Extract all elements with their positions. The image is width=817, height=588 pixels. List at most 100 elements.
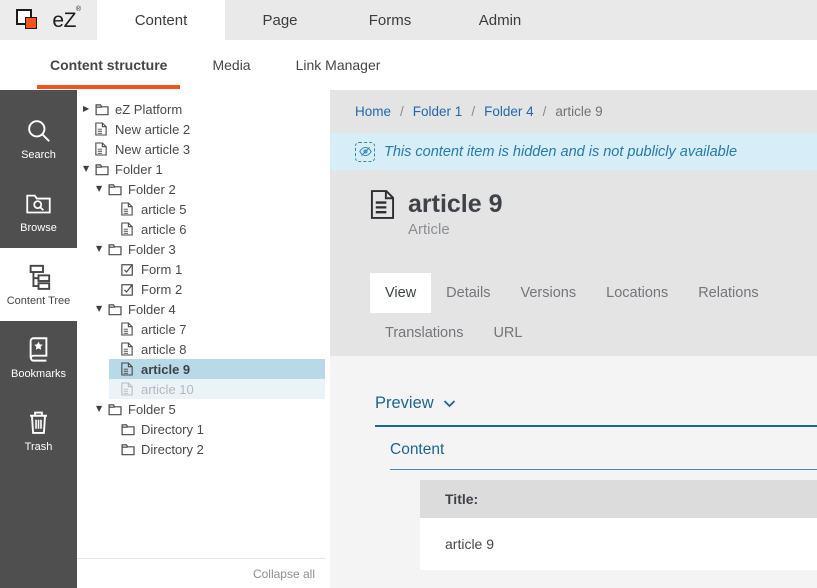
top-tab-content[interactable]: Content bbox=[97, 0, 225, 40]
top-tab-admin[interactable]: Admin bbox=[445, 0, 555, 40]
sub-tab-media[interactable]: Media bbox=[212, 40, 250, 90]
chevron-down-icon bbox=[443, 399, 456, 408]
article-icon bbox=[121, 362, 136, 376]
folder-icon bbox=[121, 443, 136, 456]
tab-view[interactable]: View bbox=[370, 273, 431, 313]
tree-item-folder-5[interactable]: ▼ Folder 5 bbox=[77, 399, 325, 419]
tree-item-article-8[interactable]: article 8 bbox=[77, 339, 325, 359]
article-icon bbox=[121, 382, 136, 396]
field-table: Title:article 9 bbox=[420, 480, 817, 570]
sidebar-item-content-tree[interactable]: Content Tree bbox=[0, 248, 77, 321]
hidden-content-notice: This content item is hidden and is not p… bbox=[330, 133, 817, 170]
sidebar-item-browse[interactable]: Browse bbox=[0, 175, 77, 248]
sub-nav: Content structure Media Link Manager bbox=[0, 40, 817, 90]
app-window: eZ® ContentPageFormsAdmin Content struct… bbox=[0, 0, 817, 588]
field-value: article 9 bbox=[420, 518, 817, 570]
tree-item-directory-2[interactable]: Directory 2 bbox=[77, 439, 325, 459]
tree-item-label: New article 3 bbox=[115, 142, 190, 157]
preview-toggle[interactable]: Preview bbox=[375, 394, 817, 427]
content-type-label: Article bbox=[408, 220, 817, 240]
tree-item-folder-3[interactable]: ▼ Folder 3 bbox=[77, 239, 325, 259]
breadcrumb-link-folder-4[interactable]: Folder 4 bbox=[484, 104, 534, 119]
tree-item-label: Directory 2 bbox=[141, 442, 204, 457]
sidebar-item-label: Search bbox=[21, 150, 56, 161]
content-tree-panel: ▶ eZ Platform New article 2 New article 3 ▼ F… bbox=[77, 90, 325, 588]
hidden-eye-icon bbox=[355, 142, 375, 162]
tree-item-label: Folder 5 bbox=[128, 402, 176, 417]
notice-text: This content item is hidden and is not p… bbox=[384, 144, 737, 160]
breadcrumb-link-home[interactable]: Home bbox=[355, 104, 391, 119]
top-bar: eZ® ContentPageFormsAdmin bbox=[0, 0, 817, 40]
tab-details[interactable]: Details bbox=[431, 273, 505, 313]
tree-item-label: article 8 bbox=[141, 342, 187, 357]
trash-icon bbox=[25, 409, 52, 436]
sidebar-item-search[interactable]: Search bbox=[0, 102, 77, 175]
sub-tab-link-manager[interactable]: Link Manager bbox=[296, 40, 381, 90]
content-header: article 9 Article ViewDetailsVersionsLoc… bbox=[330, 170, 817, 356]
tree-item-label: Folder 4 bbox=[128, 302, 176, 317]
collapse-arrow-icon[interactable]: ▼ bbox=[96, 245, 108, 253]
tab-locations[interactable]: Locations bbox=[591, 273, 683, 313]
top-tab-forms[interactable]: Forms bbox=[335, 0, 445, 40]
tree-item-article-6[interactable]: article 6 bbox=[77, 219, 325, 239]
tree-item-article-10[interactable]: article 10 bbox=[77, 379, 325, 399]
collapse-arrow-icon[interactable]: ▼ bbox=[96, 185, 108, 193]
tree-item-form-1[interactable]: Form 1 bbox=[77, 259, 325, 279]
bookmarks-icon bbox=[25, 336, 52, 363]
breadcrumb-current-article-9: article 9 bbox=[555, 104, 602, 119]
folder-icon bbox=[108, 303, 123, 316]
sidebar-item-label: Trash bbox=[25, 442, 53, 453]
sidebar-item-trash[interactable]: Trash bbox=[0, 394, 77, 467]
tree-item-article-7[interactable]: article 7 bbox=[77, 319, 325, 339]
tree-item-label: Folder 3 bbox=[128, 242, 176, 257]
article-icon bbox=[121, 222, 136, 236]
tree-item-new-article-3[interactable]: New article 3 bbox=[77, 139, 325, 159]
tree-item-label: article 9 bbox=[141, 362, 190, 377]
article-icon bbox=[121, 342, 136, 356]
tree-item-label: Form 2 bbox=[141, 282, 182, 297]
section-heading: Content bbox=[390, 441, 817, 470]
tree-item-label: Folder 2 bbox=[128, 182, 176, 197]
tree-item-form-2[interactable]: Form 2 bbox=[77, 279, 325, 299]
tab-versions[interactable]: Versions bbox=[506, 273, 592, 313]
sidebar-item-label: Content Tree bbox=[7, 296, 71, 307]
sidebar-item-bookmarks[interactable]: Bookmarks bbox=[0, 321, 77, 394]
sub-tab-content-structure[interactable]: Content structure bbox=[50, 40, 167, 90]
collapse-arrow-icon[interactable]: ▼ bbox=[96, 305, 108, 313]
tree-item-label: New article 2 bbox=[115, 122, 190, 137]
top-nav: ContentPageFormsAdmin bbox=[97, 0, 555, 40]
tree-item-label: eZ Platform bbox=[115, 102, 182, 117]
tree-item-ez-platform[interactable]: ▶ eZ Platform bbox=[77, 99, 325, 119]
breadcrumb-link-folder-1[interactable]: Folder 1 bbox=[413, 104, 463, 119]
breadcrumb-separator: / bbox=[471, 104, 475, 119]
tree-item-folder-2[interactable]: ▼ Folder 2 bbox=[77, 179, 325, 199]
browse-icon bbox=[25, 190, 52, 217]
tree-footer: Collapse all bbox=[77, 558, 325, 588]
tree-item-new-article-2[interactable]: New article 2 bbox=[77, 119, 325, 139]
preview-label: Preview bbox=[375, 394, 434, 413]
folder-icon bbox=[95, 103, 110, 116]
collapse-arrow-icon[interactable]: ▼ bbox=[96, 405, 108, 413]
tab-translations[interactable]: Translations bbox=[370, 313, 478, 353]
side-icon-menu: Search Browse Content Tree Bookmarks Trash bbox=[0, 90, 77, 588]
expand-arrow-icon[interactable]: ▶ bbox=[83, 105, 95, 113]
tree-item-label: article 10 bbox=[141, 382, 194, 397]
top-tab-page[interactable]: Page bbox=[225, 0, 335, 40]
collapse-all-button[interactable]: Collapse all bbox=[253, 567, 315, 581]
search-icon bbox=[25, 117, 52, 144]
tab-relations[interactable]: Relations bbox=[683, 273, 773, 313]
tree-item-directory-1[interactable]: Directory 1 bbox=[77, 419, 325, 439]
folder-icon bbox=[95, 163, 110, 176]
main-panel: Home/Folder 1/Folder 4/article 9 This co… bbox=[330, 90, 817, 588]
registered-mark: ® bbox=[76, 6, 81, 13]
tree-item-label: Folder 1 bbox=[115, 162, 163, 177]
tree-item-article-5[interactable]: article 5 bbox=[77, 199, 325, 219]
ez-logo-icon bbox=[16, 6, 46, 34]
tree-item-folder-4[interactable]: ▼ Folder 4 bbox=[77, 299, 325, 319]
tab-url[interactable]: URL bbox=[478, 313, 537, 353]
form-icon bbox=[121, 283, 136, 296]
collapse-arrow-icon[interactable]: ▼ bbox=[83, 165, 95, 173]
tree-item-folder-1[interactable]: ▼ Folder 1 bbox=[77, 159, 325, 179]
tree-item-article-9[interactable]: article 9 bbox=[77, 359, 325, 379]
ez-logo: eZ® bbox=[0, 0, 97, 40]
